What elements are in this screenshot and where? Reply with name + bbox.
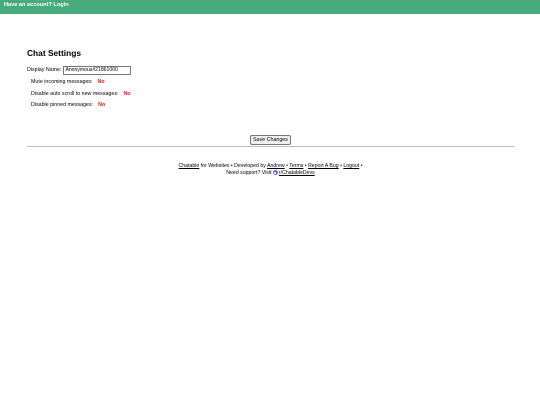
footer: Chatable for Websites • Developed by And… [27, 163, 514, 177]
logout-link[interactable]: Logout [343, 163, 359, 169]
support-text: Need support? Visit [226, 170, 273, 176]
display-name-row: Display Name: [27, 65, 132, 75]
report-bug-link[interactable]: Report A Bug [308, 163, 339, 169]
reddit-icon [272, 170, 278, 175]
save-wrapper: Save Changes [27, 128, 514, 146]
subreddit-link[interactable]: r/ChatableDevs [279, 170, 315, 176]
display-name-input[interactable] [63, 65, 132, 75]
login-link[interactable]: Have an account? Login [4, 2, 69, 8]
save-changes-button[interactable]: Save Changes [250, 135, 291, 145]
footer-separator: • [359, 163, 363, 169]
option-toggle-autoscroll[interactable]: No [123, 90, 130, 98]
footer-line-2: Need support? Visit r/ChatableDevs [27, 170, 514, 177]
option-label: Disable pinned messages: [31, 102, 94, 108]
footer-text: for Websites • Developed by [199, 163, 268, 169]
chatable-link[interactable]: Chatable [179, 163, 200, 169]
option-label: Disable auto scroll to new messages: [31, 91, 119, 97]
developer-link[interactable]: Andrew [267, 163, 285, 169]
option-toggle-pinned[interactable]: No [98, 101, 105, 109]
option-disable-autoscroll: Disable auto scroll to new messages: No [31, 90, 131, 98]
top-bar: Have an account? Login [0, 0, 540, 14]
display-name-label: Display Name: [27, 67, 62, 73]
page-title: Chat Settings [27, 48, 81, 58]
divider [27, 146, 514, 147]
option-mute-incoming: Mute incoming messages: No [31, 78, 105, 86]
option-toggle-mute[interactable]: No [98, 78, 105, 86]
terms-link[interactable]: Terms [289, 163, 303, 169]
option-label: Mute incoming messages: [31, 79, 93, 85]
option-disable-pinned: Disable pinned messages: No [31, 101, 105, 109]
footer-line-1: Chatable for Websites • Developed by And… [27, 163, 514, 170]
settings-panel: Chat Settings Display Name: Mute incomin… [27, 47, 514, 176]
